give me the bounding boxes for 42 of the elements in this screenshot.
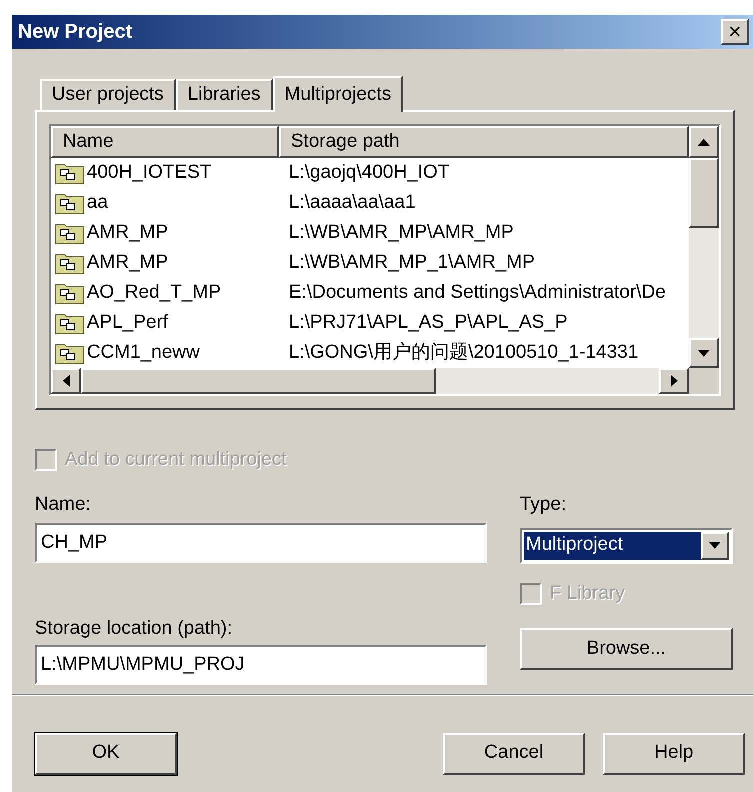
project-name[interactable]: AMR_MP bbox=[87, 248, 168, 278]
storage-location-field[interactable]: L:\MPMU\MPMU_PROJ bbox=[35, 644, 487, 684]
project-name[interactable]: AO_Red_T_MP bbox=[87, 278, 222, 308]
scroll-left-icon bbox=[62, 375, 70, 387]
storage-path: L:\PRJ71\APL_AS_P\APL_AS_P bbox=[288, 310, 568, 335]
storage-location-label: Storage location (path): bbox=[35, 616, 234, 638]
project-name[interactable]: APL_Perf bbox=[87, 308, 168, 338]
scroll-up-icon bbox=[698, 138, 710, 146]
name-field[interactable]: CH_MP bbox=[35, 522, 487, 562]
project-name[interactable]: 400H_IOTEST bbox=[87, 158, 212, 188]
storage-path: L:\GONG\用户的问题\20100510_1-14331 bbox=[288, 340, 639, 365]
selected-option: Multiproject bbox=[524, 532, 701, 560]
storage-path: L:\gaojq\400H_IOT bbox=[288, 160, 450, 185]
storage-path: L:\aaaa\aa\aa1 bbox=[288, 190, 416, 215]
name-label: Name: bbox=[35, 492, 92, 514]
project-name[interactable]: aa bbox=[87, 188, 108, 218]
column-header[interactable]: Storage path bbox=[279, 126, 689, 158]
dialog-button[interactable]: Cancel bbox=[443, 732, 585, 774]
horizontal-scrollbar[interactable] bbox=[51, 368, 719, 394]
project-name[interactable]: AMR_MP bbox=[87, 218, 168, 248]
project-name[interactable]: CCM1_neww bbox=[87, 338, 200, 368]
scroll-thumb[interactable] bbox=[81, 368, 436, 394]
dialog-button[interactable]: OK bbox=[35, 732, 177, 774]
dropdown-arrow-icon bbox=[709, 542, 721, 549]
type-dropdown[interactable]: Multiproject bbox=[520, 528, 733, 564]
scroll-thumb[interactable] bbox=[689, 158, 719, 228]
scroll-down-icon bbox=[698, 350, 710, 356]
type-label: Type: bbox=[520, 492, 568, 514]
dialog-button[interactable]: Help bbox=[603, 732, 745, 774]
scrollbar-corner bbox=[689, 368, 719, 394]
scroll-right-icon bbox=[670, 375, 678, 387]
storage-path: L:\WB\AMR_MP_1\AMR_MP bbox=[288, 250, 535, 275]
column-header[interactable]: Name bbox=[51, 126, 279, 158]
tab[interactable]: User projects bbox=[40, 79, 176, 110]
browse-button[interactable]: Browse... bbox=[520, 628, 733, 670]
storage-path: E:\Documents and Settings\Administrator\De bbox=[288, 280, 666, 305]
storage-path: L:\WB\AMR_MP\AMR_MP bbox=[288, 220, 514, 245]
tab[interactable]: Libraries bbox=[176, 79, 273, 110]
tab[interactable]: Multiprojects bbox=[272, 76, 404, 112]
vertical-scrollbar[interactable] bbox=[689, 126, 719, 368]
window-title: New Project bbox=[18, 20, 132, 45]
close-button[interactable]: × bbox=[721, 19, 749, 45]
